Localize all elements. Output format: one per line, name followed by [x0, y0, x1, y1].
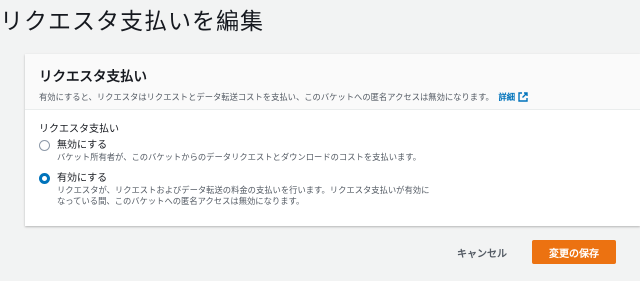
page-title: リクエスタ支払いを編集 [0, 9, 264, 35]
radio-disable-label: 無効にする [57, 140, 108, 151]
field-label: リクエスタ支払い [39, 124, 119, 135]
cancel-button[interactable]: キャンセル [447, 240, 517, 264]
external-link-icon [518, 92, 528, 104]
radio-enable-description-line2: なっている間、このバケットへの匿名アクセスは無効になります。 [57, 196, 305, 206]
radio-option-enable[interactable]: 有効にする リクエスタが、リクエストおよびデータ転送の料金の支払いを行います。リ… [39, 172, 640, 208]
save-changes-button[interactable]: 変更の保存 [532, 240, 616, 264]
radio-disable[interactable] [39, 140, 50, 151]
radio-enable-description-line1: リクエスタが、リクエストおよびデータ転送の料金の支払いを行います。リクエスタ支払… [57, 184, 430, 195]
panel-description-text: 有効にすると、リクエスタはリクエストとデータ転送コストを支払い、このバケットへの… [39, 92, 494, 102]
radio-option-disable[interactable]: 無効にする バケット所有者が、このバケットからのデータリクエストとダウンロードの… [39, 139, 640, 164]
radio-enable-label: 有効にする [57, 172, 108, 184]
panel-body: リクエスタ支払い 無効にする バケット所有者が、このバケットからのデータリクエス… [25, 110, 640, 208]
panel-description: 有効にすると、リクエスタはリクエストとデータ転送コストを支払い、このバケットへの… [39, 91, 640, 104]
info-link[interactable]: 詳細 [498, 92, 528, 102]
panel-title: リクエスタ支払い [39, 69, 147, 85]
panel-header: リクエスタ支払い 有効にすると、リクエスタはリクエストとデータ転送コストを支払い… [25, 54, 640, 110]
radio-disable-description: バケット所有者が、このバケットからのデータリクエストとダウンロードのコストを支払… [57, 152, 422, 162]
radio-enable[interactable] [39, 172, 50, 184]
requester-pays-panel: リクエスタ支払い 有効にすると、リクエスタはリクエストとデータ転送コストを支払い… [25, 54, 640, 226]
info-link-label: 詳細 [498, 92, 516, 102]
